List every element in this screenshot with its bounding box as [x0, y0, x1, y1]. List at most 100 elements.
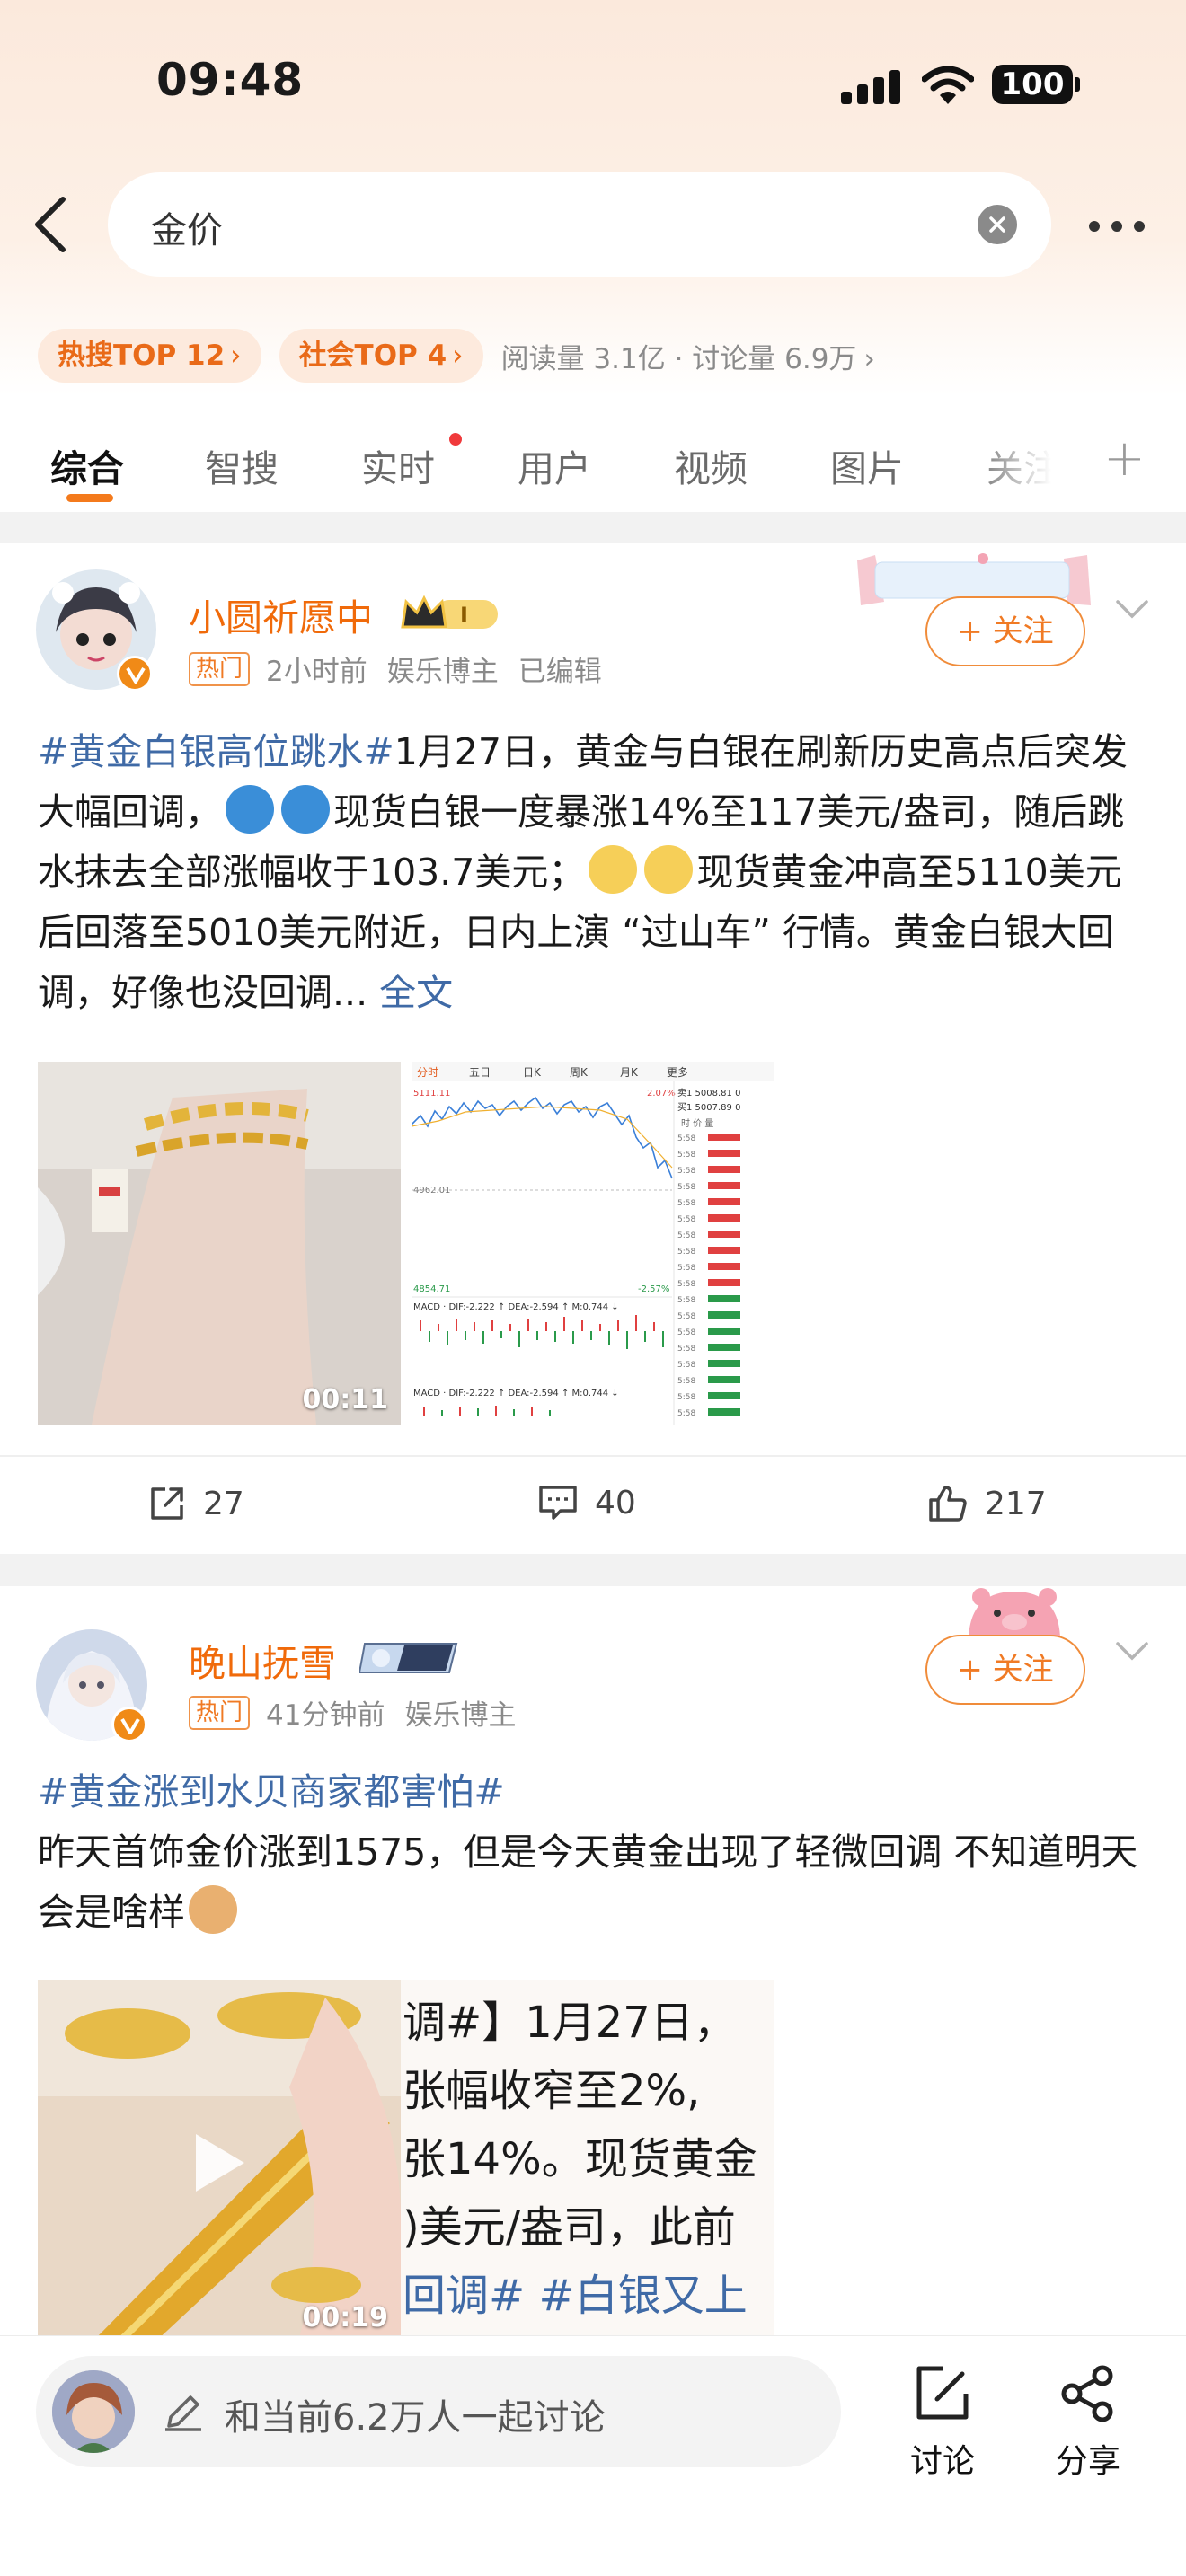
- like-count: 217: [985, 1485, 1047, 1522]
- chart-row-time: 5:58: [677, 1183, 695, 1192]
- chart-tab-1: 分时: [417, 1066, 438, 1079]
- share-button[interactable]: 分享: [1039, 2361, 1137, 2482]
- post-card: 小圆祈愿中 I 热门 2小时前 娱乐博主 已编辑 + 关注 #黄金白银高位跳水#…: [0, 543, 1186, 1554]
- video-duration: 00:11: [302, 1384, 389, 1416]
- chart-row-time: 5:58: [677, 1296, 695, 1305]
- news-text-image[interactable]: 调#】1月27日， 张幅收窄至2%, 张14%。现货黄金 )美元/盎司，此前 回…: [401, 1980, 774, 2342]
- tab-fade-overlay: [970, 422, 1060, 512]
- chart-tab-2: 五日: [469, 1066, 491, 1079]
- discussion-input[interactable]: 和当前6.2万人一起讨论: [36, 2356, 841, 2467]
- topic-stats[interactable]: 阅读量 3.1亿 · 讨论量 6.9万 ›: [501, 336, 875, 376]
- tab-video[interactable]: 视频: [674, 438, 748, 492]
- chevron-right-icon: ›: [452, 340, 464, 372]
- smile-emoji-icon: [589, 845, 638, 894]
- add-tab-icon[interactable]: +: [1103, 429, 1146, 488]
- post-actions: 27 40 217: [0, 1455, 1186, 1554]
- hot-search-tag-label: 热搜TOP 12: [58, 340, 226, 372]
- repost-button[interactable]: 27: [147, 1484, 244, 1523]
- share-label: 分享: [1055, 2443, 1120, 2480]
- chart-sell1: 卖1 5008.81 0: [677, 1088, 740, 1098]
- battery-icon: 100: [992, 65, 1080, 104]
- chart-row-time: 5:58: [677, 1409, 695, 1418]
- section-divider: [0, 512, 1186, 543]
- hot-label: 热门: [189, 651, 251, 686]
- topic-link[interactable]: #黄金涨到水贝商家都害怕#: [38, 1770, 505, 1813]
- hot-search-tag[interactable]: 热搜TOP 12 ›: [38, 329, 261, 383]
- chevron-right-icon: ›: [863, 342, 875, 375]
- chart-macd-2: MACD · DIF:-2.222 ↑ DEA:-2.594 ↑ M:0.744…: [413, 1389, 619, 1398]
- verified-badge-icon: [117, 656, 153, 692]
- chart-tab-5: 月K: [620, 1066, 639, 1079]
- chart-pct-down: -2.57%: [638, 1284, 669, 1294]
- post-meta: 热门 41分钟前 娱乐博主: [189, 1692, 516, 1733]
- expand-full-text-link[interactable]: 全文: [379, 971, 453, 1014]
- author-role: 娱乐博主: [404, 1699, 517, 1732]
- pencil-icon: [165, 2395, 201, 2431]
- chart-row-time: 5:58: [677, 1280, 695, 1289]
- cellular-signal-icon: [841, 70, 900, 104]
- like-icon: [929, 1486, 967, 1522]
- video-duration: 00:19: [302, 2302, 389, 2333]
- realtime-notification-dot: [449, 433, 462, 446]
- search-input[interactable]: 金价: [108, 172, 1051, 277]
- chart-low: 4854.71: [413, 1284, 450, 1294]
- bottom-action-bar: 和当前6.2万人一起讨论 讨论 分享: [0, 2335, 1186, 2576]
- post-meta: 热门 2小时前 娱乐博主 已编辑: [189, 648, 602, 689]
- username[interactable]: 晚山抚雪: [189, 1633, 336, 1687]
- tab-images[interactable]: 图片: [830, 438, 904, 492]
- repost-count: 27: [203, 1485, 244, 1522]
- post-card: 晚山抚雪 热门 41分钟前 娱乐博主 + 关注 #黄金涨到水贝商家都害怕# 昨天…: [0, 1586, 1186, 2342]
- chevron-down-icon[interactable]: [1114, 1640, 1150, 1662]
- chart-row-time: 5:58: [677, 1393, 695, 1402]
- chart-row-time: 5:58: [677, 1377, 695, 1386]
- wifi-icon: [922, 66, 974, 104]
- tab-realtime[interactable]: 实时: [361, 438, 435, 492]
- chart-buy1: 买1 5007.89 0: [677, 1102, 740, 1113]
- clear-icon[interactable]: [978, 205, 1017, 244]
- chart-row-time: 5:58: [677, 1231, 695, 1240]
- doraemon-emoji-icon: [281, 785, 330, 834]
- chart-tab-3: 日K: [523, 1066, 542, 1079]
- news-text-block: 调#】1月27日， 张幅收窄至2%, 张14%。现货黄金 )美元/盎司，此前 回…: [403, 1989, 757, 2330]
- like-button[interactable]: 217: [927, 1484, 1047, 1523]
- video-thumbnail[interactable]: 00:11: [38, 1062, 401, 1425]
- chart-row-time: 5:58: [677, 1361, 695, 1370]
- discuss-button[interactable]: 讨论: [893, 2361, 992, 2482]
- tab-users[interactable]: 用户: [518, 438, 591, 492]
- chart-row-time: 5:58: [677, 1167, 695, 1176]
- author-role: 娱乐博主: [386, 656, 499, 688]
- follow-button[interactable]: + 关注: [925, 596, 1085, 666]
- back-arrow-icon[interactable]: [25, 190, 79, 259]
- topic-stats-label: 阅读量 3.1亿 · 讨论量 6.9万: [500, 342, 857, 375]
- username[interactable]: 小圆祈愿中: [189, 587, 373, 641]
- news-text-line: 张幅收窄至2%,: [403, 2066, 701, 2116]
- video-thumbnail[interactable]: 00:19: [38, 1980, 401, 2342]
- post-time: 2小时前: [266, 656, 367, 688]
- discuss-label: 讨论: [909, 2443, 975, 2480]
- topic-link[interactable]: #黄金白银高位跳水#: [38, 730, 394, 773]
- chevron-down-icon[interactable]: [1114, 598, 1150, 620]
- vip-badge-icon: [359, 1643, 458, 1673]
- user-avatar[interactable]: [52, 2370, 135, 2453]
- post-text: #黄金白银高位跳水#1月27日，黄金与白银在刷新历史高点后突发大幅回调， 现货白银…: [38, 722, 1148, 1023]
- chart-macd-1: MACD · DIF:-2.222 ↑ DEA:-2.594 ↑ M:0.744…: [413, 1302, 619, 1312]
- chart-row-time: 5:58: [677, 1312, 695, 1321]
- active-tab-indicator: [66, 494, 113, 502]
- hot-tags-row: 热搜TOP 12 › 社会TOP 4 › 阅读量 3.1亿 · 讨论量 6.9万 ›: [38, 329, 875, 383]
- news-text-line: 回调# #白银又上: [403, 2271, 748, 2321]
- follow-button[interactable]: + 关注: [925, 1635, 1085, 1705]
- chart-image[interactable]: 分时 五日 日K 周K 月K 更多 5111.11 2.07% 4962.01 …: [412, 1062, 774, 1425]
- more-options-icon[interactable]: [1084, 201, 1150, 250]
- post-text: #黄金涨到水贝商家都害怕# 昨天首饰金价涨到1575，但是今天黄金出现了轻微回调…: [38, 1762, 1148, 1943]
- tab-smart-search[interactable]: 智搜: [205, 438, 279, 492]
- chart-row-time: 5:58: [677, 1151, 695, 1160]
- dog-emoji-icon: [189, 1885, 237, 1934]
- comment-button[interactable]: 40: [537, 1484, 636, 1522]
- tab-all[interactable]: 综合: [50, 438, 124, 492]
- chart-row-time: 5:58: [677, 1264, 695, 1273]
- chart-row-time: 5:58: [677, 1248, 695, 1257]
- society-tag[interactable]: 社会TOP 4 ›: [279, 329, 483, 383]
- comment-count: 40: [595, 1484, 636, 1522]
- status-time: 09:48: [156, 54, 305, 106]
- chart-col-head: 时 价 量: [681, 1118, 713, 1129]
